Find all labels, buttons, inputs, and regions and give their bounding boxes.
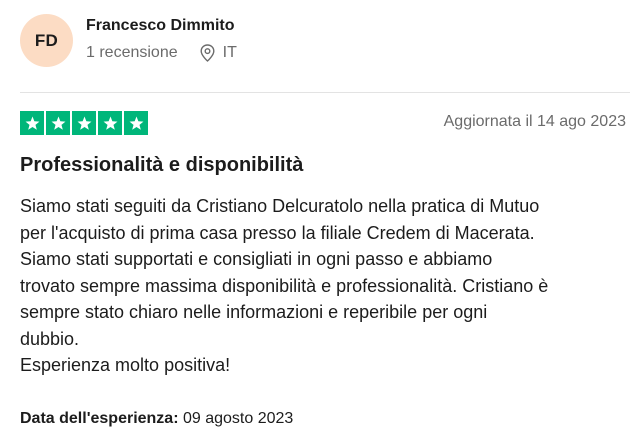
review-body-line: per l'acquisto di prima casa presso la f… [20,222,535,243]
reviewer-country: IT [222,44,237,61]
review-card: FD Francesco Dimmito 1 recensione IT Agg… [20,0,630,446]
avatar-initials: FD [34,30,59,50]
star-icon [20,111,44,135]
star-icon [72,111,96,135]
star-rating [20,111,150,135]
experience-date: Data dell'esperienza: 09 agosto 2023 [20,410,293,428]
divider [20,92,630,93]
review-body-line: dubbio. [20,328,80,349]
experience-date-value: 09 agosto 2023 [182,410,294,427]
review-title[interactable]: Professionalità e disponibilità [20,154,303,177]
reviewer-meta: 1 recensione IT [86,44,237,62]
review-body-line: trovato sempre massima disponibilità e p… [20,275,549,296]
review-body-line: Esperienza molto positiva! [20,355,231,375]
star-icon [46,111,70,135]
avatar[interactable]: FD [20,14,73,67]
review-date: Aggiornata il 14 ago 2023 [443,113,626,130]
review-body: Siamo stati seguiti da Cristiano Delcura… [20,193,630,379]
star-icon [124,111,148,135]
reviewer-name[interactable]: Francesco Dimmito [86,17,234,35]
reviewer-header: FD Francesco Dimmito 1 recensione IT [20,14,620,70]
review-body-line: Siamo stati supportati e consigliati in … [20,249,493,269]
reviewer-location: IT [200,44,237,62]
review-count: 1 recensione [86,44,178,61]
star-icon [98,111,122,135]
review-body-line: Siamo stati seguiti da Cristiano Delcura… [20,196,540,216]
experience-date-label: Data dell'esperienza: [20,410,179,427]
review-body-line: sempre stato chiaro nelle informazioni e… [20,302,488,322]
location-pin-icon [200,44,215,62]
